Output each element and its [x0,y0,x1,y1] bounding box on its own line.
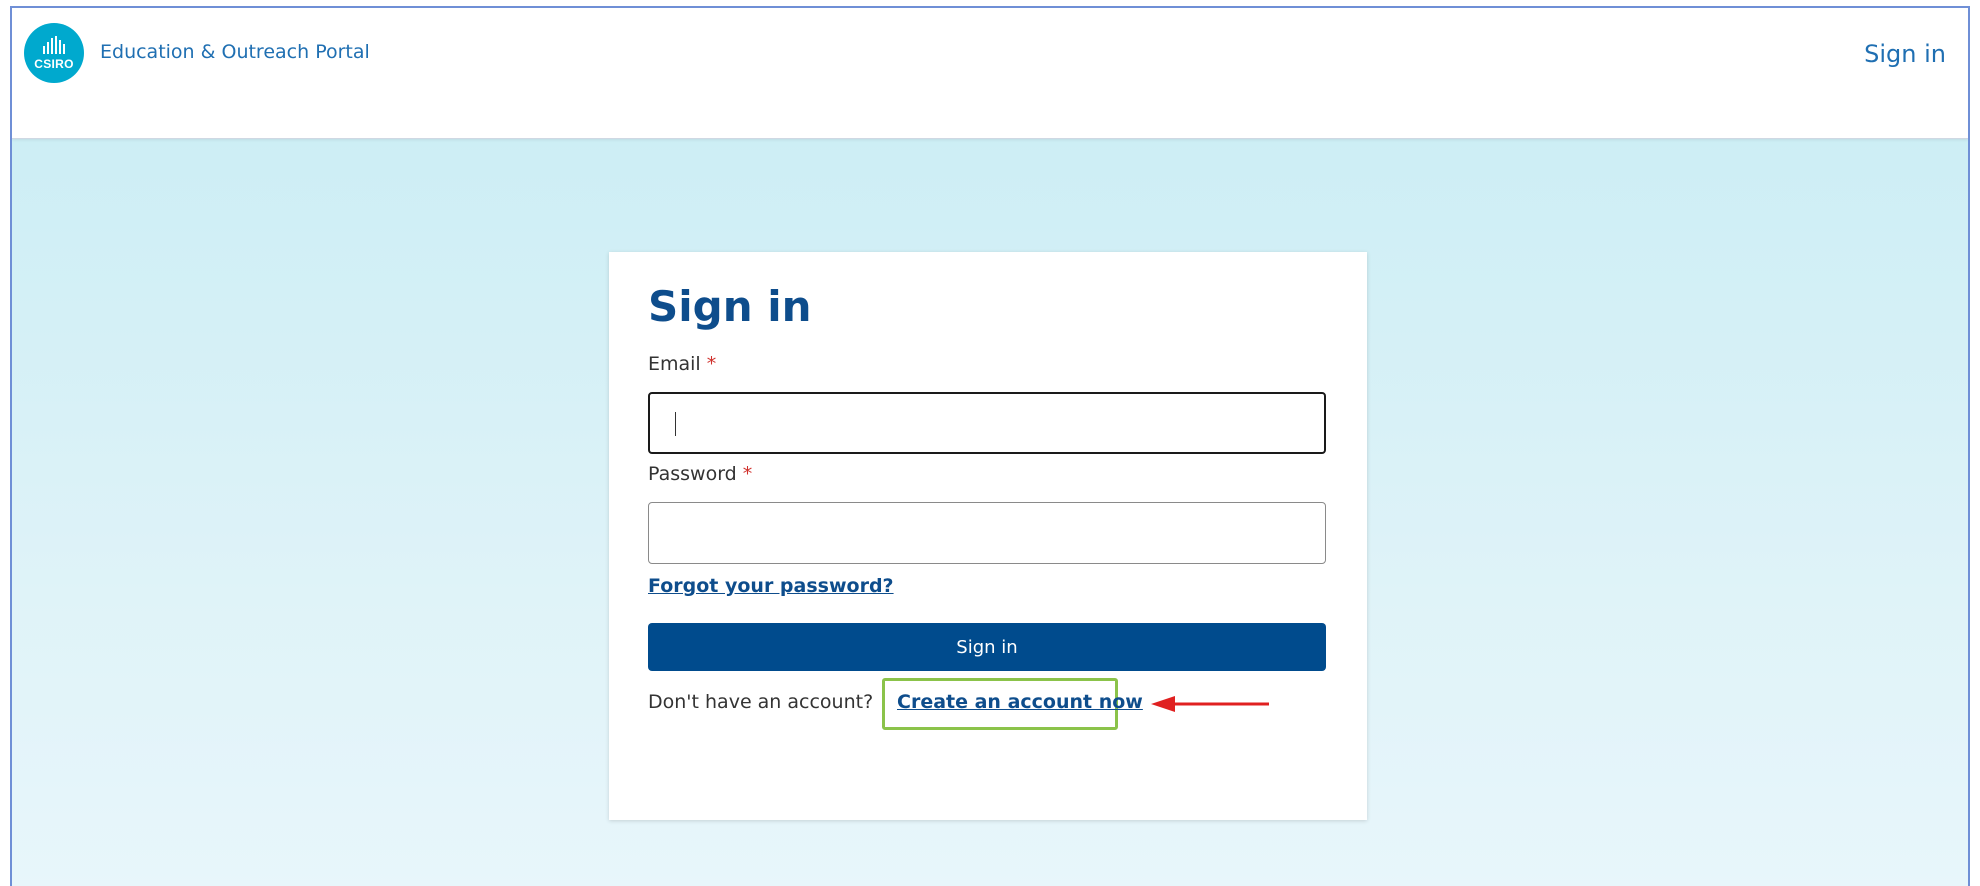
logo-bars [43,35,65,54]
email-label-text: Email [648,353,701,375]
header-signin-link[interactable]: Sign in [1864,40,1946,68]
password-label: Password * [648,463,752,485]
browser-frame: CSIRO Education & Outreach Portal Sign i… [10,6,1970,886]
password-required-marker: * [742,463,753,485]
email-label: Email * [648,353,716,375]
site-header: CSIRO Education & Outreach Portal Sign i… [12,8,1968,139]
password-field[interactable] [648,502,1326,564]
page-title: Sign in [648,282,812,331]
email-required-marker: * [706,353,717,375]
no-account-text: Don't have an account? [648,691,874,713]
password-label-text: Password [648,463,737,485]
forgot-password-link[interactable]: Forgot your password? [648,575,894,597]
sign-in-button[interactable]: Sign in [648,623,1326,671]
csiro-logo-icon[interactable]: CSIRO [24,23,84,83]
email-field[interactable] [648,392,1326,454]
text-caret [675,412,676,436]
logo-text: CSIRO [34,56,74,71]
create-account-link[interactable]: Create an account now [897,691,1143,713]
red-arrow-icon [1151,696,1269,712]
portal-title[interactable]: Education & Outreach Portal [100,41,370,63]
signin-card: Sign in Email * Password * Forgot your p… [609,252,1367,820]
